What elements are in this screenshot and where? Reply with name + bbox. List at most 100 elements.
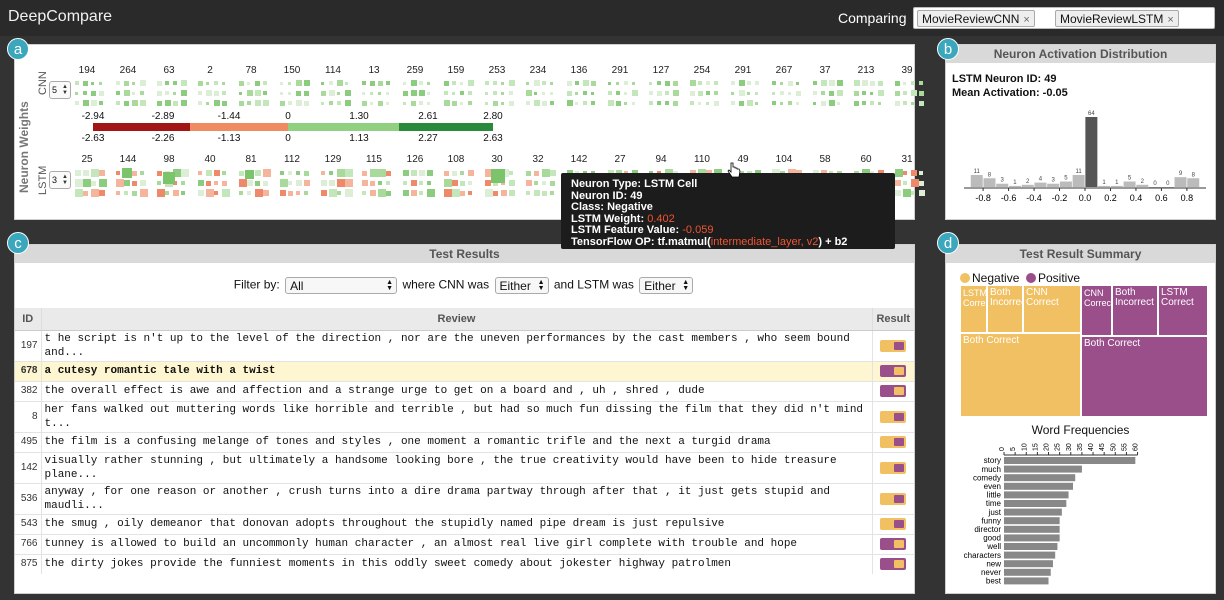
neuron-id[interactable]: 81: [237, 154, 265, 165]
weight-cell[interactable]: [903, 189, 911, 197]
weight-cell[interactable]: [329, 180, 335, 186]
weight-cell[interactable]: [706, 101, 709, 105]
weight-cell[interactable]: [165, 81, 169, 85]
weight-cell[interactable]: [649, 101, 653, 105]
weight-cell[interactable]: [198, 190, 204, 196]
weight-cell[interactable]: [288, 101, 292, 105]
weight-cell[interactable]: [444, 170, 449, 176]
weight-cell[interactable]: [75, 91, 78, 95]
weight-cell[interactable]: [411, 90, 417, 96]
weight-cell[interactable]: [296, 180, 302, 186]
weight-cell[interactable]: [854, 90, 859, 96]
weight-cell[interactable]: [468, 91, 472, 95]
weight-cell[interactable]: [509, 91, 513, 95]
weight-cell[interactable]: [452, 189, 460, 197]
result-cell[interactable]: [871, 451, 914, 483]
lstm-neuron-count-stepper[interactable]: 3 ▲ ▼: [49, 171, 71, 189]
weight-cell[interactable]: [91, 189, 99, 197]
weight-cell[interactable]: [321, 171, 325, 175]
weight-cell[interactable]: [501, 101, 504, 105]
weight-cell[interactable]: [157, 100, 162, 106]
weight-cell[interactable]: [755, 91, 758, 95]
result-indicator[interactable]: [880, 410, 907, 423]
word-frequency-bar[interactable]: [1004, 577, 1049, 585]
neuron-id[interactable]: 150: [278, 65, 306, 76]
weight-cell[interactable]: [919, 90, 924, 96]
weight-cell[interactable]: [140, 180, 146, 186]
word-frequency-bar[interactable]: [1004, 517, 1060, 525]
weight-cell[interactable]: [239, 80, 244, 86]
weight-cell[interactable]: [468, 101, 472, 105]
weight-cell[interactable]: [247, 81, 250, 85]
result-indicator[interactable]: [880, 385, 907, 397]
weight-cell[interactable]: [550, 191, 554, 195]
weight-cell[interactable]: [608, 100, 614, 106]
histogram-bar[interactable]: [1174, 177, 1187, 187]
weight-cell[interactable]: [419, 191, 423, 195]
weight-cell[interactable]: [132, 180, 137, 186]
weight-cell[interactable]: [509, 171, 513, 175]
weight-cell[interactable]: [491, 169, 505, 183]
treemap-pos-lstm-correct[interactable]: LSTM Correct: [1158, 285, 1208, 336]
table-row[interactable]: 875 the dirty jokes provide the funniest…: [15, 553, 914, 574]
weight-cell[interactable]: [280, 179, 288, 187]
weight-cell[interactable]: [288, 91, 291, 95]
weight-cell[interactable]: [329, 101, 333, 105]
stepper-arrows-icon[interactable]: ▲ ▼: [62, 174, 68, 186]
weight-cell[interactable]: [222, 100, 227, 106]
weight-cell[interactable]: [288, 190, 293, 196]
weight-cell[interactable]: [296, 171, 300, 175]
weight-cell[interactable]: [665, 80, 670, 86]
weight-cell[interactable]: [862, 80, 868, 86]
neuron-id[interactable]: 27: [606, 154, 634, 165]
weight-cell[interactable]: [263, 81, 267, 85]
result-indicator[interactable]: [880, 365, 907, 377]
weight-cell[interactable]: [198, 91, 202, 95]
weight-cell[interactable]: [345, 179, 353, 187]
neuron-id[interactable]: 98: [155, 154, 183, 165]
weight-cell[interactable]: [919, 100, 924, 106]
weight-cell[interactable]: [214, 100, 220, 106]
weight-cell[interactable]: [304, 170, 309, 176]
weight-cell[interactable]: [214, 81, 218, 85]
word-frequency-bar[interactable]: [1004, 568, 1051, 576]
weight-cell[interactable]: [124, 80, 129, 86]
weight-cell[interactable]: [378, 181, 382, 185]
weight-cell[interactable]: [247, 180, 253, 186]
weight-cell[interactable]: [567, 90, 572, 96]
weight-cell[interactable]: [813, 91, 817, 95]
weight-cell[interactable]: [419, 90, 425, 96]
weight-cell[interactable]: [255, 80, 260, 86]
weight-cell[interactable]: [427, 101, 430, 105]
weight-cell[interactable]: [370, 190, 376, 196]
weight-cell[interactable]: [714, 81, 718, 85]
weight-cell[interactable]: [370, 169, 378, 177]
weight-cell[interactable]: [485, 91, 488, 95]
weight-cell[interactable]: [919, 81, 923, 85]
weight-cell[interactable]: [362, 191, 366, 195]
weight-cell[interactable]: [296, 90, 301, 96]
weight-cell[interactable]: [444, 80, 449, 86]
weight-cell[interactable]: [534, 190, 540, 196]
weight-cell[interactable]: [452, 100, 457, 106]
neuron-id[interactable]: 264: [114, 65, 142, 76]
neuron-id[interactable]: 104: [770, 154, 798, 165]
weight-cell[interactable]: [911, 191, 915, 195]
weight-cell[interactable]: [452, 91, 455, 95]
neuron-id[interactable]: 25: [73, 154, 101, 165]
weight-cell[interactable]: [903, 91, 907, 95]
weight-cell[interactable]: [821, 91, 825, 95]
weight-cell[interactable]: [370, 80, 375, 86]
weight-cell[interactable]: [321, 90, 326, 96]
weight-cell[interactable]: [91, 90, 96, 96]
weight-cell[interactable]: [83, 179, 91, 187]
weight-cell[interactable]: [370, 101, 373, 105]
weight-cell[interactable]: [895, 180, 901, 186]
weight-cell[interactable]: [526, 90, 532, 96]
histogram-bar[interactable]: [996, 183, 1009, 187]
weight-cell[interactable]: [255, 90, 261, 96]
weight-cell[interactable]: [755, 101, 758, 105]
weight-cell[interactable]: [911, 81, 915, 85]
result-cell[interactable]: [871, 400, 914, 432]
weight-cell[interactable]: [304, 100, 309, 106]
